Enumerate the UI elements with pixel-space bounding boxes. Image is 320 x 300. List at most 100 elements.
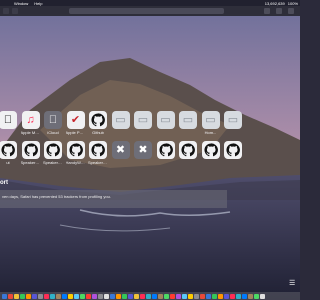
browser-toolbar (0, 6, 300, 16)
menu-item-window[interactable]: Window (14, 1, 28, 6)
dock-app-icon[interactable] (158, 293, 163, 299)
dock-app-icon[interactable] (98, 293, 103, 299)
dock-app-icon[interactable] (68, 293, 73, 299)
x-icon: ✖ (134, 141, 152, 159)
dock-app-icon[interactable] (26, 293, 31, 299)
dock-app-icon[interactable] (182, 293, 187, 299)
dock-app-icon[interactable] (2, 293, 7, 299)
new-tab-button[interactable] (276, 8, 282, 14)
dock-app-icon[interactable] (242, 293, 247, 299)
favorite-label: Hom... (204, 131, 217, 135)
favorite-tile[interactable] (178, 141, 198, 161)
dock-app-icon[interactable] (212, 293, 217, 299)
tab-overview-button[interactable] (288, 8, 294, 14)
dock-app-icon[interactable] (230, 293, 235, 299)
dock-app-icon[interactable] (200, 293, 205, 299)
dock-app-icon[interactable] (140, 293, 145, 299)
favorite-tile[interactable]: ▭ (223, 111, 243, 131)
favorite-tile[interactable] (156, 141, 176, 161)
privacy-report-card[interactable]: ven days, Safari has prevented 53 tracke… (0, 190, 227, 208)
dock-app-icon[interactable] (224, 293, 229, 299)
laptop-icon: ▭ (156, 111, 175, 129)
favorite-tile[interactable]: ▭ (111, 111, 131, 131)
github-icon (89, 141, 107, 159)
share-button[interactable] (264, 8, 270, 14)
laptop-icon: ▭ (179, 111, 197, 129)
apple-icon:  (0, 111, 17, 129)
dock-app-icon[interactable] (176, 293, 181, 299)
dock-app-icon[interactable] (260, 293, 265, 299)
dock-app-icon[interactable] (92, 293, 97, 299)
dock-app-icon[interactable] (218, 293, 223, 299)
dock-app-icon[interactable] (236, 293, 241, 299)
dock-app-icon[interactable] (146, 293, 151, 299)
sidebar-toggle-button[interactable] (3, 8, 9, 14)
dock-app-icon[interactable] (8, 293, 13, 299)
favorite-label: Speakers (Hydrid... (43, 161, 63, 165)
favorite-tile[interactable]: ▭ (133, 111, 153, 131)
favorite-label: HandyWo...ePoker (65, 161, 86, 165)
favorite-tile[interactable]: HandyWo...ePoker (66, 141, 86, 166)
favorite-tile[interactable]:  iCloud (43, 111, 63, 136)
battery-status[interactable]: 100% (288, 1, 298, 6)
dock-app-icon[interactable] (194, 293, 199, 299)
favorite-tile[interactable]: ♫ Apple Ma...ok (21, 111, 41, 136)
dock-app-icon[interactable] (86, 293, 91, 299)
dock-app-icon[interactable] (32, 293, 37, 299)
github-icon (224, 141, 242, 159)
favorite-label: ut (6, 161, 10, 165)
dock-app-icon[interactable] (110, 293, 115, 299)
favorite-tile[interactable]:  (0, 111, 18, 131)
status-counter: 13,692,639 (264, 0, 285, 6)
favorite-label: Apple Ma...ok (20, 131, 41, 135)
dock-app-icon[interactable] (164, 293, 169, 299)
music-note-icon: ♫ (21, 111, 40, 129)
favorite-tile[interactable]: ✖ (111, 141, 131, 161)
favorite-tile[interactable]: ▭ Hom... (201, 111, 221, 136)
dock-app-icon[interactable] (134, 293, 139, 299)
dock-app-icon[interactable] (116, 293, 121, 299)
dock-app-icon[interactable] (56, 293, 61, 299)
dock-app-icon[interactable] (62, 293, 67, 299)
laptop-icon: ▭ (224, 111, 242, 129)
dock-app-icon[interactable] (14, 293, 19, 299)
dock-app-icon[interactable] (80, 293, 85, 299)
favorite-tile[interactable]: Speakers (Hydrid... (21, 141, 41, 166)
favorite-tile[interactable]: ▭ (178, 111, 198, 131)
github-icon (44, 141, 62, 159)
favorite-tile[interactable] (223, 141, 243, 161)
dock-app-icon[interactable] (38, 293, 43, 299)
dock-app-icon[interactable] (20, 293, 25, 299)
checkmark-shield-icon: ✔ (66, 111, 85, 129)
dock-app-icon[interactable] (74, 293, 79, 299)
address-bar[interactable] (69, 8, 224, 14)
dock-app-icon[interactable] (104, 293, 109, 299)
favorite-tile[interactable]: Speakers (Hydrid... (43, 141, 63, 166)
sliders-icon[interactable]: ☰ (289, 280, 297, 288)
menu-item-help[interactable]: Help (34, 1, 42, 6)
github-icon (89, 111, 107, 129)
favorite-tile[interactable]: Speakers (Hydrid... (88, 141, 108, 166)
back-button[interactable] (12, 8, 18, 14)
favorite-tile[interactable]: ✔ Apple Photo... (66, 111, 86, 136)
github-icon (0, 141, 17, 159)
dock-app-icon[interactable] (50, 293, 55, 299)
dock-app-icon[interactable] (188, 293, 193, 299)
favorite-tile[interactable]: ut (0, 141, 18, 166)
dock-app-icon[interactable] (248, 293, 253, 299)
dock-app-icon[interactable] (128, 293, 133, 299)
laptop-icon: ▭ (134, 111, 152, 129)
dock-app-icon[interactable] (206, 293, 211, 299)
dock-app-icon[interactable] (122, 293, 127, 299)
dock-app-icon[interactable] (152, 293, 157, 299)
favorite-tile[interactable] (201, 141, 221, 161)
dock-app-icon[interactable] (170, 293, 175, 299)
dock-app-icon[interactable] (254, 293, 259, 299)
dock-app-icon[interactable] (44, 293, 49, 299)
favorite-tile[interactable]: Github (88, 111, 108, 136)
favorite-label: Github (92, 131, 104, 135)
laptop-icon: ▭ (111, 111, 130, 129)
favorite-label: iCloud (47, 131, 59, 135)
favorite-tile[interactable]: ▭ (156, 111, 176, 131)
favorite-tile[interactable]: ✖ (133, 141, 153, 161)
